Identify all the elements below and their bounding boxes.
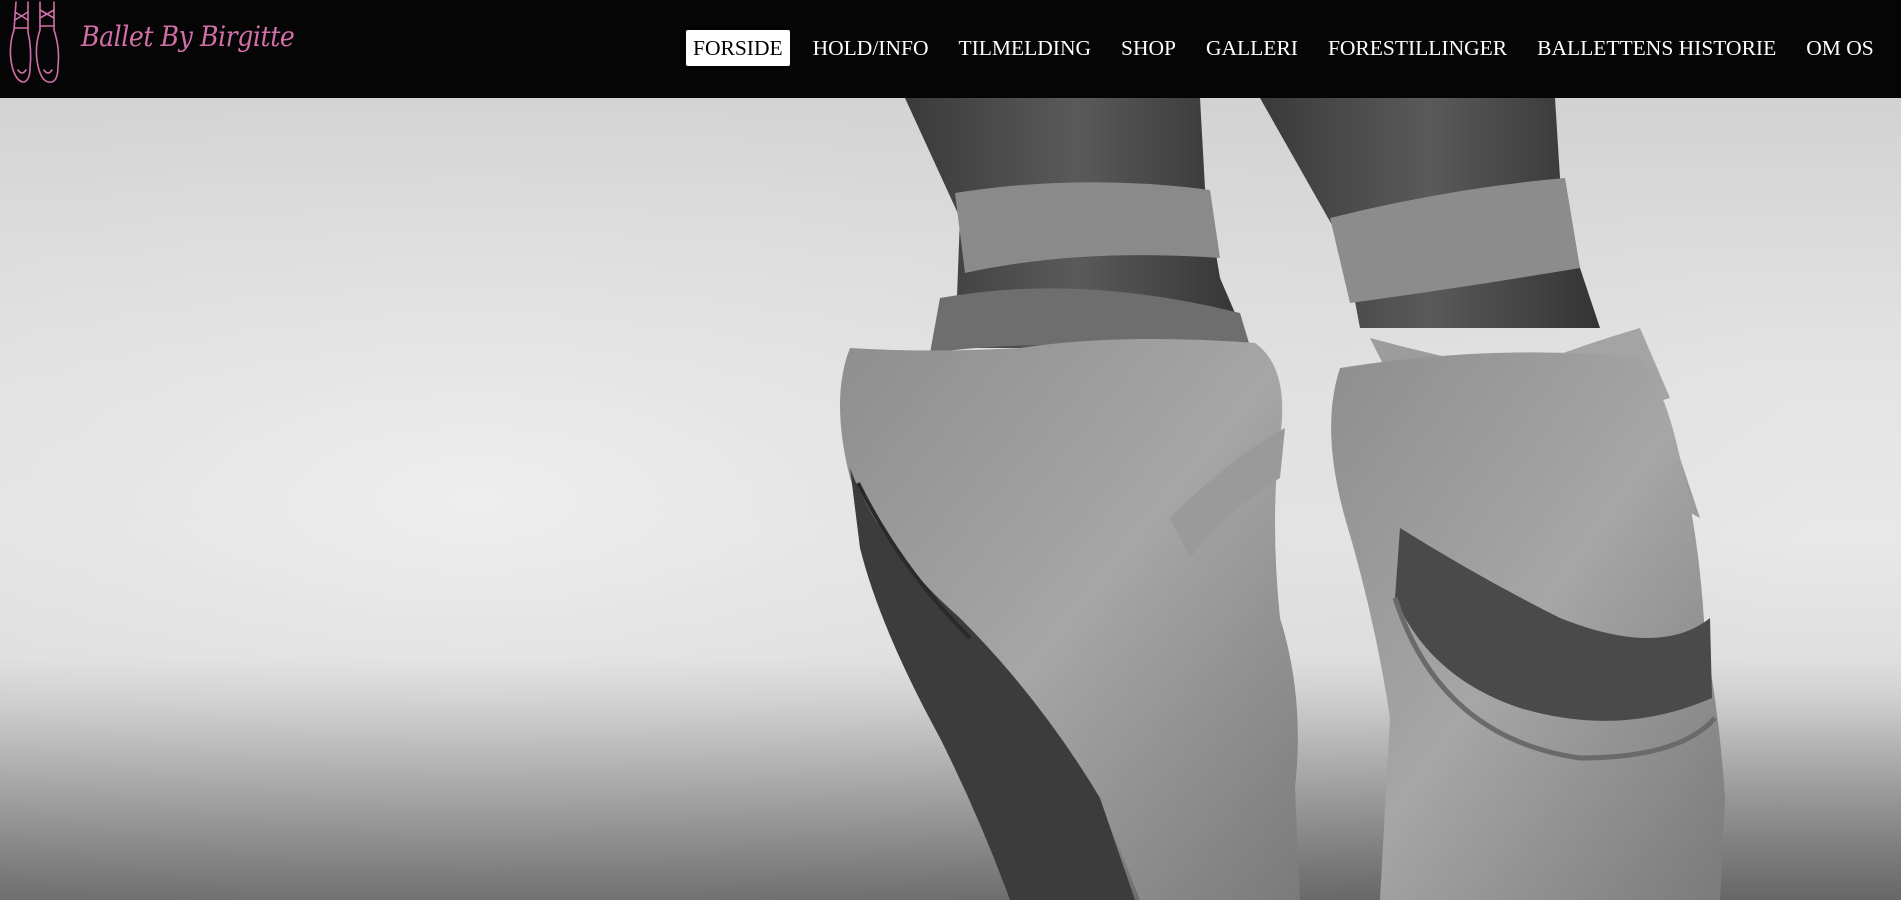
nav-item-shop[interactable]: SHOP [1114, 30, 1183, 66]
nav-item-tilmelding[interactable]: TILMELDING [951, 30, 1098, 66]
nav-item-om-os[interactable]: OM OS [1799, 30, 1881, 66]
nav-item-hold-info[interactable]: HOLD/INFO [806, 30, 936, 66]
pointe-shoes-icon [9, 1, 60, 83]
nav-item-ballettens-historie[interactable]: BALLETTENS HISTORIE [1530, 30, 1783, 66]
hero-image [0, 98, 1901, 900]
nav-item-galleri[interactable]: GALLERI [1199, 30, 1305, 66]
main-nav: FORSIDE HOLD/INFO TILMELDING SHOP GALLER… [686, 30, 1881, 66]
nav-item-forestillinger[interactable]: FORESTILLINGER [1321, 30, 1514, 66]
brand-name: Ballet By Birgitte [81, 20, 295, 53]
site-header: Ballet By Birgitte FORSIDE HOLD/INFO TIL… [0, 0, 1901, 98]
hero-banner [0, 98, 1901, 900]
site-logo[interactable]: Ballet By Birgitte [6, 0, 295, 90]
nav-item-forside[interactable]: FORSIDE [686, 30, 790, 66]
